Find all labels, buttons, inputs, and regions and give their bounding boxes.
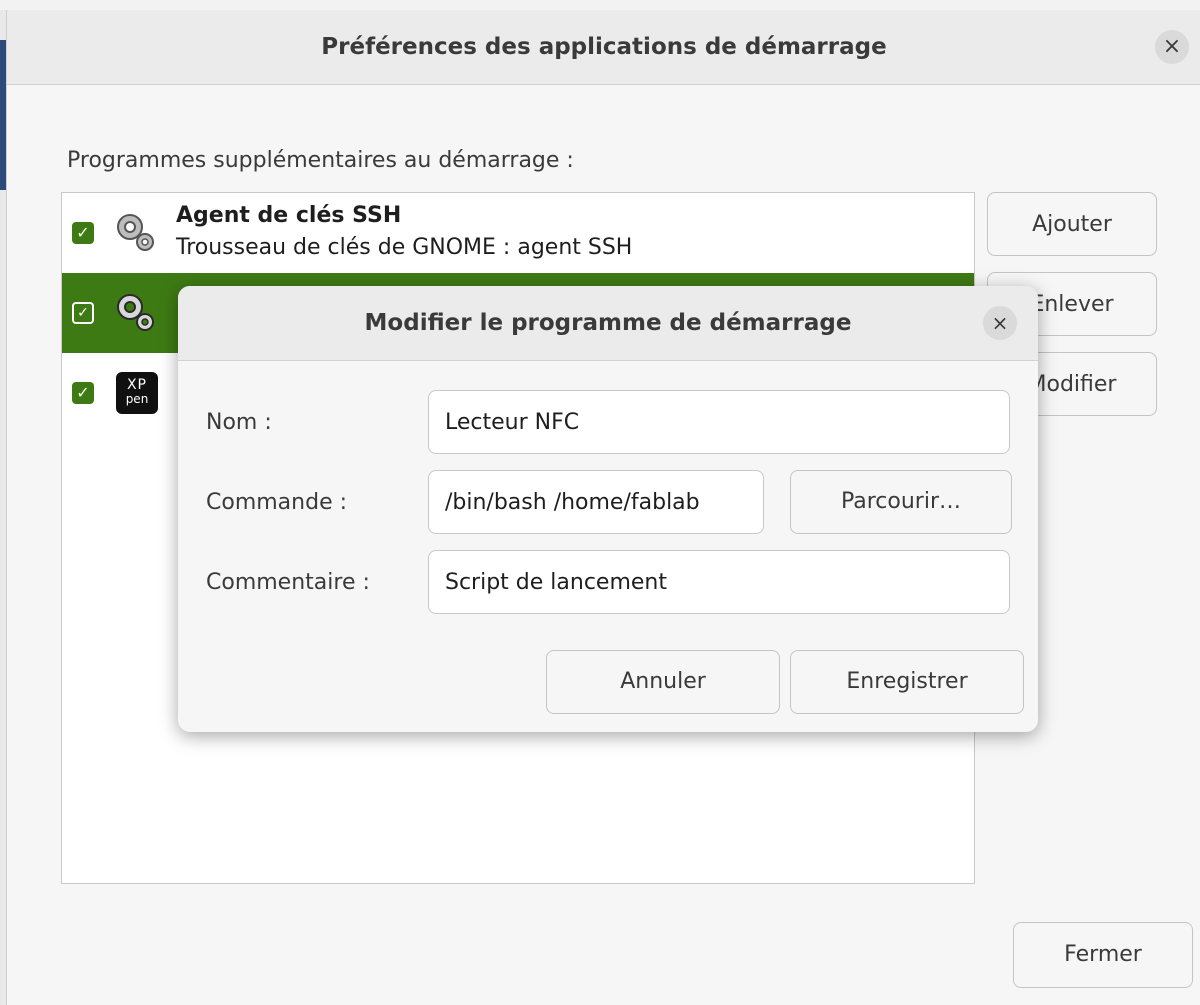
xp-logo-line1: XP bbox=[126, 377, 148, 393]
cancel-button[interactable]: Annuler bbox=[546, 650, 780, 714]
name-input[interactable] bbox=[428, 390, 1010, 454]
dialog-title: Modifier le programme de démarrage bbox=[364, 310, 852, 336]
list-item[interactable]: ✓ Agent de clés SSH Trousseau de clés de… bbox=[62, 193, 974, 273]
desktop: Préférences des applications de démarrag… bbox=[0, 0, 1200, 1005]
main-close-icon[interactable]: × bbox=[1155, 30, 1189, 64]
program-checkbox[interactable]: ✓ bbox=[72, 222, 94, 244]
name-label: Nom : bbox=[206, 410, 272, 435]
main-header-bar: Préférences des applications de démarrag… bbox=[7, 10, 1200, 85]
edit-program-dialog: Modifier le programme de démarrage × Nom… bbox=[178, 286, 1038, 732]
gears-icon bbox=[117, 214, 154, 251]
close-window-button[interactable]: Fermer bbox=[1013, 922, 1193, 988]
xp-pen-logo-icon: XP pen bbox=[116, 372, 158, 414]
browse-button[interactable]: Parcourir… bbox=[790, 470, 1012, 534]
dialog-header-bar: Modifier le programme de démarrage × bbox=[178, 286, 1038, 361]
program-subtitle: Trousseau de clés de GNOME : agent SSH bbox=[176, 235, 633, 260]
program-checkbox[interactable]: ✓ bbox=[72, 302, 94, 324]
dialog-close-icon[interactable]: × bbox=[983, 306, 1017, 340]
xp-logo-line2: pen bbox=[125, 392, 149, 406]
comment-input[interactable] bbox=[428, 550, 1010, 614]
program-checkbox[interactable]: ✓ bbox=[72, 382, 94, 404]
add-button[interactable]: Ajouter bbox=[987, 192, 1157, 256]
command-input[interactable] bbox=[428, 470, 764, 534]
gears-icon bbox=[117, 294, 154, 331]
comment-label: Commentaire : bbox=[206, 570, 370, 595]
save-button[interactable]: Enregistrer bbox=[790, 650, 1024, 714]
main-window-title: Préférences des applications de démarrag… bbox=[321, 34, 887, 60]
program-title: Agent de clés SSH bbox=[176, 203, 402, 228]
programs-section-label: Programmes supplémentaires au démarrage … bbox=[67, 148, 574, 173]
command-label: Commande : bbox=[206, 490, 348, 515]
